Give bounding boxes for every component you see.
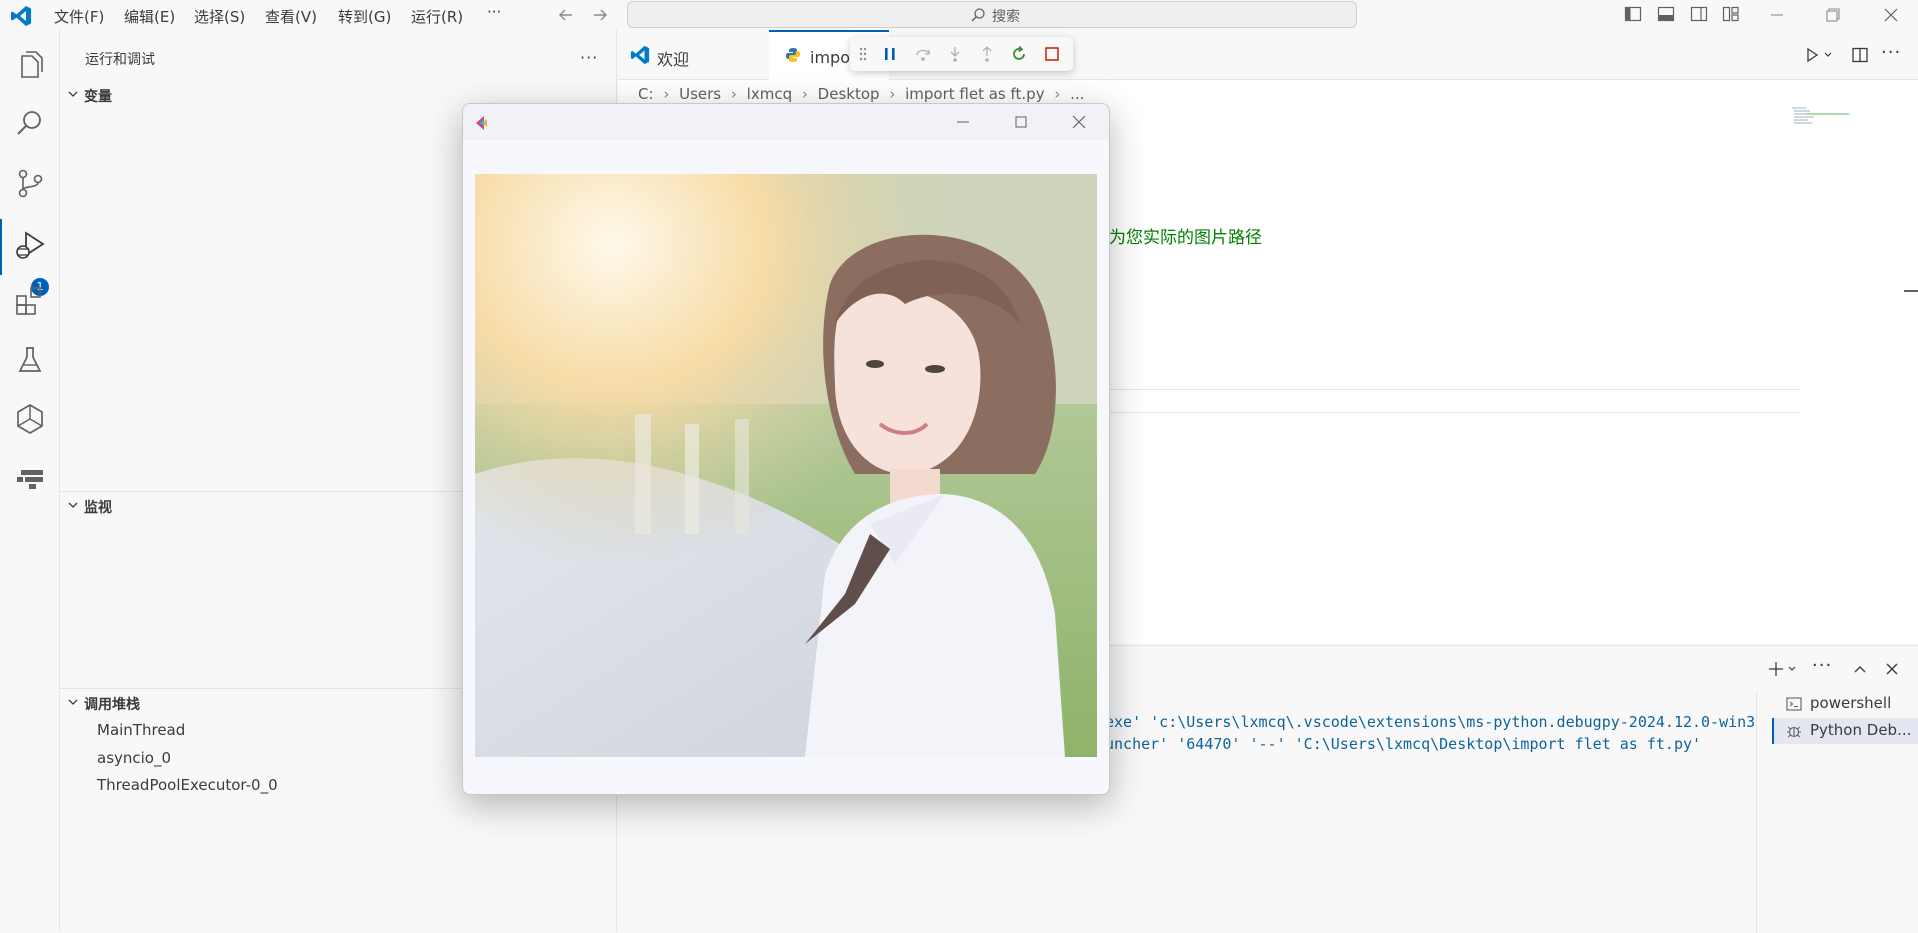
tab-welcome-label: 欢迎 (657, 50, 690, 69)
chevron-down-icon (67, 696, 79, 708)
editor-divider (1109, 412, 1801, 413)
window-restore-icon[interactable] (1824, 6, 1842, 24)
new-terminal-icon[interactable] (1767, 660, 1785, 678)
breadcrumb: C: › Users › lxmcq › Desktop › import fl… (638, 85, 1085, 103)
menu-file[interactable]: 文件(F) (54, 6, 104, 27)
menu-more[interactable]: ··· (487, 3, 501, 21)
breadcrumb-user[interactable]: lxmcq (747, 85, 792, 103)
active-view-indicator (0, 219, 2, 275)
step-into-icon[interactable] (946, 45, 964, 63)
section-call-stack-label: 调用堆栈 (84, 697, 140, 713)
python-file-icon (785, 47, 801, 63)
vscode-logo-icon (630, 45, 650, 65)
chevron-down-icon (67, 88, 79, 100)
toggle-secondary-sidebar-icon[interactable] (1690, 5, 1708, 23)
menu-run[interactable]: 运行(R) (411, 6, 463, 27)
split-editor-icon[interactable] (1851, 46, 1869, 64)
toggle-panel-icon[interactable] (1657, 5, 1675, 23)
close-panel-icon[interactable] (1883, 660, 1901, 678)
terminal-session-label: powershell (1810, 694, 1892, 712)
activity-bar: 1 (0, 30, 60, 932)
run-and-debug-icon[interactable] (13, 229, 47, 263)
remote-explorer-icon[interactable] (13, 462, 47, 496)
sidebar-more-actions-icon[interactable]: ··· (580, 48, 598, 67)
terminal-tabs-divider (1756, 691, 1757, 933)
terminal-dropdown-icon[interactable] (1787, 664, 1797, 674)
code-comment: 为您实际的图片路径 (1109, 228, 1262, 248)
search-view-icon[interactable] (13, 106, 47, 140)
section-watch-label: 监视 (84, 500, 112, 516)
terminal-session-powershell[interactable]: powershell (1772, 691, 1918, 717)
run-python-file-icon[interactable] (1804, 47, 1820, 63)
terminal-session-python-debug[interactable]: Python Deb... (1772, 718, 1918, 744)
breadcrumb-desktop[interactable]: Desktop (818, 85, 880, 103)
forward-arrow-icon[interactable] (591, 6, 609, 24)
stop-icon[interactable] (1043, 45, 1061, 63)
popup-maximize-icon[interactable] (1013, 114, 1029, 130)
chevron-down-icon (67, 499, 79, 511)
tab-bar: 欢迎 impor ··· (618, 30, 1918, 80)
breadcrumb-users[interactable]: Users (679, 85, 721, 103)
menu-view[interactable]: 查看(V) (265, 6, 317, 27)
popup-minimize-icon[interactable] (955, 114, 971, 130)
tongyi-lingma-icon[interactable] (13, 402, 47, 436)
minimap[interactable] (1788, 106, 1850, 134)
search-label: 搜索 (992, 9, 1020, 25)
run-dropdown-icon[interactable] (1823, 50, 1833, 60)
menu-edit[interactable]: 编辑(E) (124, 6, 175, 27)
window-minimize-icon[interactable] (1768, 6, 1786, 24)
section-variables-label: 变量 (84, 89, 112, 105)
tab-welcome[interactable]: 欢迎 (618, 30, 768, 80)
call-stack-thread[interactable]: MainThread (97, 721, 185, 739)
overview-ruler-mark (1904, 290, 1918, 292)
terminal-icon (1786, 696, 1802, 712)
search-icon (970, 7, 986, 23)
call-stack-thread[interactable]: asyncio_0 (97, 749, 171, 767)
restart-icon[interactable] (1010, 45, 1028, 63)
editor-divider (1109, 389, 1801, 390)
call-stack-thread[interactable]: ThreadPoolExecutor-0_0 (97, 776, 278, 794)
terminal-session-label: Python Deb... (1810, 721, 1912, 739)
menu-select[interactable]: 选择(S) (194, 6, 245, 27)
source-control-icon[interactable] (13, 166, 47, 200)
window-close-icon[interactable] (1882, 6, 1900, 24)
editor-more-actions-icon[interactable]: ··· (1881, 42, 1901, 63)
popup-close-icon[interactable] (1071, 114, 1087, 130)
step-over-icon[interactable] (914, 45, 932, 63)
toggle-primary-sidebar-icon[interactable] (1624, 5, 1642, 23)
extensions-icon[interactable] (13, 284, 47, 318)
terminal-output-line: uncher' '64470' '--' 'C:\Users\lxmcq\Des… (1105, 735, 1702, 753)
sidebar-title: 运行和调试 (85, 52, 155, 68)
command-center-search[interactable]: 搜索 (627, 1, 1357, 28)
customize-layout-icon[interactable] (1722, 5, 1740, 23)
pause-icon[interactable] (881, 45, 899, 63)
drag-handle-icon[interactable] (858, 46, 868, 62)
vscode-logo-icon (10, 5, 32, 27)
debug-bug-icon (1786, 723, 1802, 739)
flet-app-window[interactable] (462, 103, 1110, 795)
title-bar: 文件(F) 编辑(E) 选择(S) 查看(V) 转到(G) 运行(R) ··· … (0, 0, 1918, 30)
flet-logo-icon (473, 114, 491, 132)
explorer-icon[interactable] (13, 47, 47, 81)
displayed-photo (475, 174, 1097, 757)
debug-toolbar (850, 37, 1073, 71)
step-out-icon[interactable] (978, 45, 996, 63)
menu-goto[interactable]: 转到(G) (338, 6, 391, 27)
breadcrumb-more[interactable]: ... (1070, 85, 1084, 103)
flet-window-title-bar[interactable] (463, 104, 1109, 140)
maximize-panel-icon[interactable] (1851, 660, 1869, 678)
breadcrumb-file[interactable]: import flet as ft.py (905, 85, 1044, 103)
breadcrumb-drive[interactable]: C: (638, 85, 654, 103)
back-arrow-icon[interactable] (557, 6, 575, 24)
panel-more-actions-icon[interactable]: ··· (1812, 655, 1832, 676)
testing-flask-icon[interactable] (13, 343, 47, 377)
terminal-output-line: exe' 'c:\Users\lxmcq\.vscode\extensions\… (1105, 713, 1756, 731)
